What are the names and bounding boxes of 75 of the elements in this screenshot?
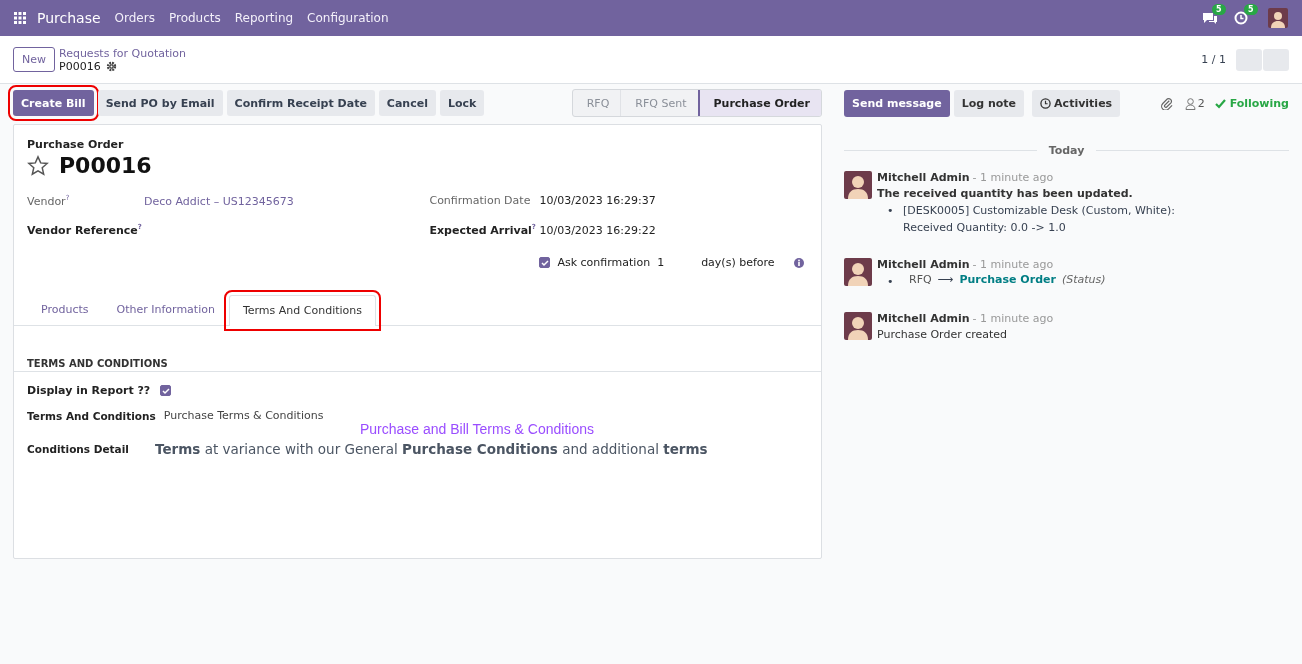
bullet-glyph: • [887,203,895,219]
chatter-button[interactable]: Log note [953,90,1025,117]
conditions-text: Terms at variance with our General Purchase Conditions and additional terms [155,441,708,457]
paperclip-icon[interactable] [1159,97,1173,110]
followers-button[interactable]: 2 [1184,97,1205,110]
bullet-glyph: • [887,274,895,290]
message-author[interactable]: Mitchell Admin [877,171,970,184]
tab[interactable]: Products [27,294,103,325]
star-icon[interactable] [27,154,49,177]
message-author[interactable]: Mitchell Admin [877,312,970,325]
chatter-button[interactable]: Activities [1032,90,1121,117]
field-label: Conditions Detail [27,443,130,455]
checkmark-icon [1214,98,1226,109]
field-label: Vendor$^{?}$ [27,194,71,208]
status-stage[interactable]: RFQ Sent [620,90,698,116]
field-value: 10/03/2023 16:29:22 [539,223,656,237]
breadcrumb-link[interactable]: Requests for Quotation [59,46,186,60]
chat-icon[interactable] [1202,11,1218,25]
days-value: 1 [657,256,666,269]
person-icon [1184,97,1196,110]
status-stage[interactable]: RFQ [572,90,621,116]
field-label: Confirmation Date [429,194,532,207]
checkbox[interactable] [539,257,551,268]
message-time: - 1 minute ago [972,312,1054,325]
message-title: The received quantity has been updated. [877,187,1134,200]
field-label: Terms And Conditions [27,409,156,422]
action-button[interactable]: Send PO by Email [97,90,223,116]
arrow-glyph: ⟶ [937,273,954,286]
record-name: P00016 [59,59,101,73]
user-avatar-icon[interactable] [1268,8,1288,28]
avatar-icon [844,258,872,286]
info-icon[interactable] [793,257,804,268]
new-value: Purchase Order [959,273,1056,286]
clock-icon [1040,98,1052,109]
pager-text: 1 / 1 [1201,53,1226,66]
date-separator: Today [1048,144,1085,157]
message-count-badge: 5 [1212,4,1226,15]
field-label: Display in Report ?? [27,384,151,397]
action-button[interactable]: Cancel [378,90,436,116]
field-value: 10/03/2023 16:29:37 [539,194,656,207]
clock-icon[interactable] [1234,11,1248,25]
app-name[interactable]: Purchase [37,10,101,26]
status-stage[interactable]: Purchase Order [697,90,821,116]
tab[interactable]: Other Information [102,294,229,325]
old-value: RFQ [909,273,932,286]
activity-count-badge: 5 [1244,4,1258,15]
record-type-label: Purchase Order [27,138,125,151]
days-suffix: day(s) before [701,256,775,269]
following-button[interactable]: Following [1214,97,1289,110]
terms-heading: Purchase and Bill Terms & Conditions [359,421,595,437]
message-detail: [DESK0005] Customizable Desk (Custom, White): Received Quantity: 0.0 -> 1.0 [903,203,1175,236]
avatar-icon [844,312,872,340]
field-value[interactable]: Deco Addict – US12345673 [144,194,294,208]
tracked-field: (Status) [1061,273,1106,286]
action-button[interactable]: Lock [439,90,485,116]
chatter-button[interactable]: Send message [844,90,950,117]
field-label: Expected Arrival$^{?}$ [429,223,537,237]
section-title: TERMS AND CONDITIONS [14,358,821,372]
message-author[interactable]: Mitchell Admin [877,258,970,271]
message-time: - 1 minute ago [972,258,1054,271]
menu-item[interactable]: Products [168,11,221,25]
message-time: - 1 minute ago [972,171,1054,184]
avatar-icon [844,171,872,199]
menu-item[interactable]: Configuration [307,11,389,25]
action-button[interactable]: Confirm Receipt Date [226,90,375,116]
checkbox-label: Ask confirmation [557,256,651,269]
new-button[interactable]: New [13,47,55,72]
menu-item[interactable]: Reporting [234,11,294,25]
menu-item[interactable]: Orders [114,11,155,25]
message-text: Purchase Order created [877,328,1009,341]
checkbox[interactable] [160,385,172,396]
record-title: P00016 [59,153,152,178]
field-value: Purchase Terms & Conditions [163,409,324,422]
apps-grid-icon[interactable] [14,12,26,24]
field-label: Vendor Reference$^{?}$ [27,223,143,237]
